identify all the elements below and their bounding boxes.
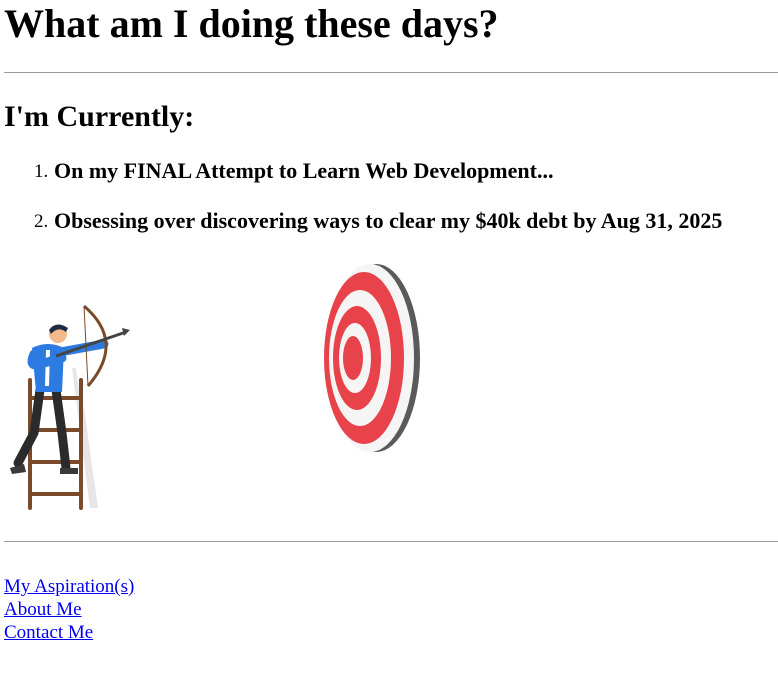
list-item-text: Obsessing over discovering ways to clear… — [54, 208, 723, 233]
list-item: 1. On my FINAL Attempt to Learn Web Deve… — [4, 156, 722, 206]
current-tasks-list: 1. On my FINAL Attempt to Learn Web Deve… — [4, 156, 722, 256]
section-heading: I'm Currently: — [4, 100, 195, 133]
bullseye-target-icon — [324, 264, 420, 452]
list-item-number: 1. — [34, 161, 49, 182]
archer-on-ladder-icon — [10, 304, 130, 510]
contact-me-link[interactable]: Contact Me — [4, 621, 134, 644]
top-divider — [4, 72, 778, 73]
archer-target-illustration — [10, 264, 420, 510]
bottom-divider — [4, 541, 778, 542]
list-item-number: 2. — [34, 211, 49, 232]
list-item: 2. Obsessing over discovering ways to cl… — [4, 206, 722, 256]
aspirations-link[interactable]: My Aspiration(s) — [4, 575, 134, 598]
page-title: What am I doing these days? — [4, 1, 499, 46]
list-item-text: On my FINAL Attempt to Learn Web Develop… — [54, 158, 554, 183]
footer-nav: My Aspiration(s) About Me Contact Me — [4, 575, 134, 644]
about-me-link[interactable]: About Me — [4, 598, 134, 621]
